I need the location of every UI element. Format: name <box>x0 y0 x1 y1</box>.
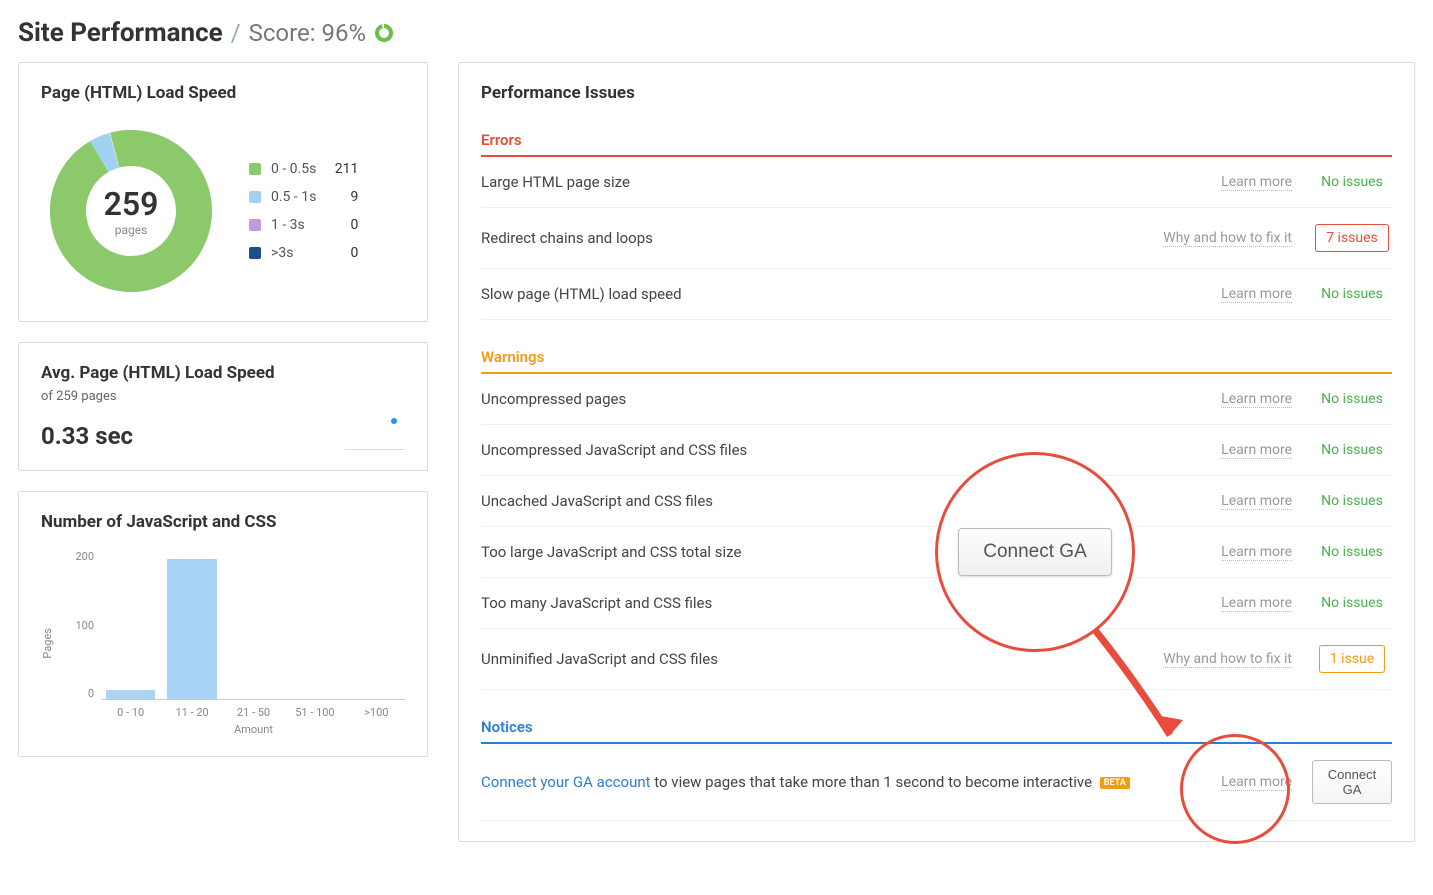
donut-chart: 259 pages <box>41 121 221 301</box>
bar-chart <box>102 550 405 700</box>
legend-value: 0 <box>326 217 358 233</box>
notices-heading: Notices <box>481 718 1392 744</box>
issue-status: No issues <box>1312 391 1392 407</box>
page-title: Site Performance <box>18 18 223 48</box>
issue-hint-link[interactable]: Learn more <box>1221 442 1292 459</box>
score-ring-icon <box>374 23 394 43</box>
issue-name: Slow page (HTML) load speed <box>481 285 1201 303</box>
legend-row: 0.5 - 1s 9 <box>249 189 358 205</box>
donut-legend: 0 - 0.5s 211 0.5 - 1s 9 1 - 3s 0 >3s 0 <box>249 161 358 261</box>
issue-status: No issues <box>1312 174 1392 190</box>
issue-name: Large HTML page size <box>481 173 1201 191</box>
issue-hint-link[interactable]: Learn more <box>1221 174 1292 191</box>
issue-status: No issues <box>1312 493 1392 509</box>
donut-title: Page (HTML) Load Speed <box>41 83 405 103</box>
issue-hint-link[interactable]: Why and how to fix it <box>1163 651 1292 668</box>
legend-value: 9 <box>326 189 358 205</box>
legend-row: 0 - 0.5s 211 <box>249 161 358 177</box>
legend-label: 0 - 0.5s <box>271 161 316 177</box>
issue-hint-link[interactable]: Learn more <box>1221 595 1292 612</box>
avg-card: Avg. Page (HTML) Load Speed of 259 pages… <box>18 342 428 471</box>
avg-value: 0.33 sec <box>41 422 133 450</box>
warnings-heading: Warnings <box>481 348 1392 374</box>
legend-value: 0 <box>326 245 358 261</box>
errors-heading: Errors <box>481 131 1392 157</box>
issue-row: Slow page (HTML) load speed Learn more N… <box>481 269 1392 320</box>
notice-hint[interactable]: Learn more <box>1221 774 1292 791</box>
bar-card: Number of JavaScript and CSS Pages 20010… <box>18 491 428 757</box>
legend-swatch <box>249 247 261 259</box>
issue-status: No issues <box>1312 595 1392 611</box>
notice-row: Connect your GA account to view pages th… <box>481 744 1392 821</box>
issue-row: Uncompressed pages Learn more No issues <box>481 374 1392 425</box>
bar <box>106 690 155 699</box>
issue-name: Uncompressed pages <box>481 390 1201 408</box>
connect-ga-link[interactable]: Connect your GA account <box>481 773 651 791</box>
notice-text: Connect your GA account to view pages th… <box>481 773 1201 791</box>
issue-row: Redirect chains and loops Why and how to… <box>481 208 1392 269</box>
issue-status[interactable]: 7 issues <box>1312 224 1392 252</box>
issue-hint-link[interactable]: Learn more <box>1221 493 1292 510</box>
bar-x-title: Amount <box>102 723 405 736</box>
bar <box>167 559 216 699</box>
issue-hint-link[interactable]: Learn more <box>1221 544 1292 561</box>
avg-title: Avg. Page (HTML) Load Speed <box>41 363 405 383</box>
issue-status: No issues <box>1312 442 1392 458</box>
beta-badge: BETA <box>1100 777 1130 789</box>
callout-connect-ga-button[interactable]: Connect GA <box>958 528 1112 576</box>
issue-status: No issues <box>1312 286 1392 302</box>
issue-name: Redirect chains and loops <box>481 229 1143 247</box>
avg-sparkline <box>345 410 405 450</box>
legend-row: 1 - 3s 0 <box>249 217 358 233</box>
issue-row: Large HTML page size Learn more No issue… <box>481 157 1392 208</box>
issues-title: Performance Issues <box>481 83 1392 103</box>
issue-name: Too many JavaScript and CSS files <box>481 594 1201 612</box>
donut-total-label: pages <box>115 223 148 237</box>
issue-row: Too many JavaScript and CSS files Learn … <box>481 578 1392 629</box>
issue-name: Uncached JavaScript and CSS files <box>481 492 1201 510</box>
avg-subtitle: of 259 pages <box>41 389 405 404</box>
issue-row: Uncompressed JavaScript and CSS files Le… <box>481 425 1392 476</box>
issue-hint-link[interactable]: Learn more <box>1221 391 1292 408</box>
issue-hint-link[interactable]: Why and how to fix it <box>1163 230 1292 247</box>
legend-label: >3s <box>271 245 316 261</box>
bar-y-axis: 2001000 <box>66 550 94 700</box>
issue-status: No issues <box>1312 544 1392 560</box>
legend-row: >3s 0 <box>249 245 358 261</box>
issue-name: Uncompressed JavaScript and CSS files <box>481 441 1201 459</box>
issue-row: Too large JavaScript and CSS total size … <box>481 527 1392 578</box>
issue-row: Uncached JavaScript and CSS files Learn … <box>481 476 1392 527</box>
donut-card: Page (HTML) Load Speed 259 pages 0 - 0.5… <box>18 62 428 322</box>
legend-swatch <box>249 163 261 175</box>
legend-value: 211 <box>326 161 358 177</box>
legend-swatch <box>249 219 261 231</box>
bar-title: Number of JavaScript and CSS <box>41 512 405 532</box>
issue-hint-link[interactable]: Learn more <box>1221 286 1292 303</box>
issues-card: Performance Issues Errors Large HTML pag… <box>458 62 1415 842</box>
donut-total: 259 <box>104 185 159 223</box>
issue-status[interactable]: 1 issue <box>1312 645 1392 673</box>
score-label: Score: 96% <box>249 19 366 47</box>
legend-label: 0.5 - 1s <box>271 189 316 205</box>
legend-swatch <box>249 191 261 203</box>
connect-ga-button[interactable]: Connect GA <box>1312 760 1392 804</box>
page-header: Site Performance / Score: 96% <box>18 18 1415 48</box>
issue-row: Unminified JavaScript and CSS files Why … <box>481 629 1392 690</box>
bar-x-labels: 0 - 1011 - 2021 - 5051 - 100>100 <box>102 700 405 719</box>
legend-label: 1 - 3s <box>271 217 316 233</box>
title-divider: / <box>231 19 241 47</box>
bar-y-label: Pages <box>41 628 54 659</box>
issue-name: Unminified JavaScript and CSS files <box>481 650 1143 668</box>
